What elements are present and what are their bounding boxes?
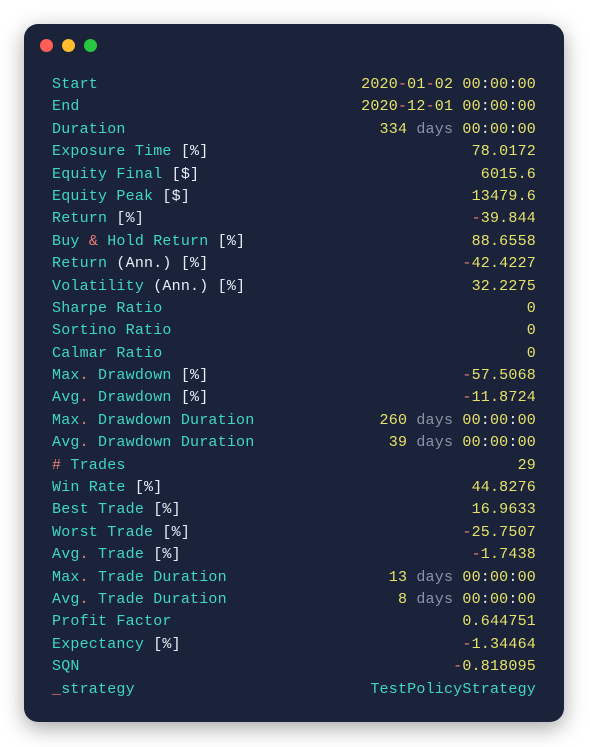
stat-row: Duration 334 days 00:00:00 [52, 119, 536, 141]
stat-label: Win Rate [%] [52, 477, 162, 499]
stat-row: Buy & Hold Return [%] 88.6558 [52, 231, 536, 253]
stat-label: Expectancy [%] [52, 634, 181, 656]
stat-value: 260 days 00:00:00 [380, 410, 536, 432]
zoom-icon[interactable] [84, 39, 97, 52]
stat-row: Profit Factor 0.644751 [52, 611, 536, 633]
stat-label: Equity Final [$] [52, 164, 199, 186]
stat-label: Buy & Hold Return [%] [52, 231, 245, 253]
stat-row: Equity Peak [$] 13479.6 [52, 186, 536, 208]
stat-label: Avg. Trade Duration [52, 589, 227, 611]
stat-value: 29 [518, 455, 536, 477]
stat-row: Avg. Drawdown [%] -11.8724 [52, 387, 536, 409]
stat-label: Sortino Ratio [52, 320, 172, 342]
stat-label: Avg. Drawdown [%] [52, 387, 208, 409]
stat-value: 0.644751 [462, 611, 536, 633]
stat-label: Max. Trade Duration [52, 567, 227, 589]
stat-value: 2020-01-02 00:00:00 [361, 74, 536, 96]
stat-value: 44.8276 [472, 477, 536, 499]
stat-row: Win Rate [%] 44.8276 [52, 477, 536, 499]
stat-row: Avg. Trade Duration 8 days 00:00:00 [52, 589, 536, 611]
stat-value: TestPolicyStrategy [370, 679, 536, 701]
stat-row: End 2020-12-01 00:00:00 [52, 96, 536, 118]
stat-label: Avg. Drawdown Duration [52, 432, 254, 454]
stat-label: Volatility (Ann.) [%] [52, 276, 245, 298]
stat-label: Return [%] [52, 208, 144, 230]
stat-value: 0 [527, 320, 536, 342]
stat-value: 16.9633 [472, 499, 536, 521]
stat-value: 334 days 00:00:00 [380, 119, 536, 141]
stat-row: Worst Trade [%] -25.7507 [52, 522, 536, 544]
stat-label: Equity Peak [$] [52, 186, 190, 208]
stat-value: 0 [527, 343, 536, 365]
stat-label: Calmar Ratio [52, 343, 162, 365]
stat-value: 13479.6 [472, 186, 536, 208]
stat-row: Avg. Drawdown Duration 39 days 00:00:00 [52, 432, 536, 454]
stat-label: End [52, 96, 80, 118]
stat-label: Max. Drawdown Duration [52, 410, 254, 432]
stat-label: Exposure Time [%] [52, 141, 208, 163]
stat-value: 6015.6 [481, 164, 536, 186]
stat-row: Max. Drawdown Duration 260 days 00:00:00 [52, 410, 536, 432]
stat-value: 88.6558 [472, 231, 536, 253]
stat-row: Volatility (Ann.) [%] 32.2275 [52, 276, 536, 298]
stat-label: Start [52, 74, 98, 96]
stat-value: 2020-12-01 00:00:00 [361, 96, 536, 118]
close-icon[interactable] [40, 39, 53, 52]
stat-label: Sharpe Ratio [52, 298, 162, 320]
stat-value: 32.2275 [472, 276, 536, 298]
stat-label: Worst Trade [%] [52, 522, 190, 544]
stat-value: -1.7438 [472, 544, 536, 566]
stat-row: Max. Drawdown [%] -57.5068 [52, 365, 536, 387]
stat-row: Avg. Trade [%] -1.7438 [52, 544, 536, 566]
terminal-window: Start 2020-01-02 00:00:00 End 2020-12-01 00… [24, 24, 564, 722]
minimize-icon[interactable] [62, 39, 75, 52]
stat-label: Best Trade [%] [52, 499, 181, 521]
stat-value: -0.818095 [453, 656, 536, 678]
stat-label: Profit Factor [52, 611, 172, 633]
stat-value: 8 days 00:00:00 [398, 589, 536, 611]
stat-row: Expectancy [%] -1.34464 [52, 634, 536, 656]
stat-value: -11.8724 [462, 387, 536, 409]
stat-row: Calmar Ratio 0 [52, 343, 536, 365]
stat-row: Exposure Time [%] 78.0172 [52, 141, 536, 163]
stat-label: SQN [52, 656, 80, 678]
stat-value: 0 [527, 298, 536, 320]
stat-value: -39.844 [472, 208, 536, 230]
stat-row: SQN -0.818095 [52, 656, 536, 678]
stat-row: Sortino Ratio 0 [52, 320, 536, 342]
stat-value: -57.5068 [462, 365, 536, 387]
stat-value: 39 days 00:00:00 [389, 432, 536, 454]
stat-row: Return [%] -39.844 [52, 208, 536, 230]
stat-value: -25.7507 [462, 522, 536, 544]
stat-label: Avg. Trade [%] [52, 544, 181, 566]
stat-label: Max. Drawdown [%] [52, 365, 208, 387]
stat-row: Start 2020-01-02 00:00:00 [52, 74, 536, 96]
stat-row: Return (Ann.) [%] -42.4227 [52, 253, 536, 275]
stat-row: # Trades 29 [52, 455, 536, 477]
stat-value: 13 days 00:00:00 [389, 567, 536, 589]
stat-label: _strategy [52, 679, 135, 701]
stat-row: Best Trade [%] 16.9633 [52, 499, 536, 521]
stat-row: Sharpe Ratio 0 [52, 298, 536, 320]
stat-value: -42.4227 [462, 253, 536, 275]
stat-value: 78.0172 [472, 141, 536, 163]
stat-row: Max. Trade Duration 13 days 00:00:00 [52, 567, 536, 589]
stat-value: -1.34464 [462, 634, 536, 656]
stat-label: Return (Ann.) [%] [52, 253, 208, 275]
stat-label: # Trades [52, 455, 126, 477]
stat-label: Duration [52, 119, 126, 141]
stat-row: Equity Final [$] 6015.6 [52, 164, 536, 186]
titlebar [24, 24, 564, 66]
terminal-output: Start 2020-01-02 00:00:00 End 2020-12-01 00… [24, 66, 564, 719]
stat-row: _strategy TestPolicyStrategy [52, 679, 536, 701]
